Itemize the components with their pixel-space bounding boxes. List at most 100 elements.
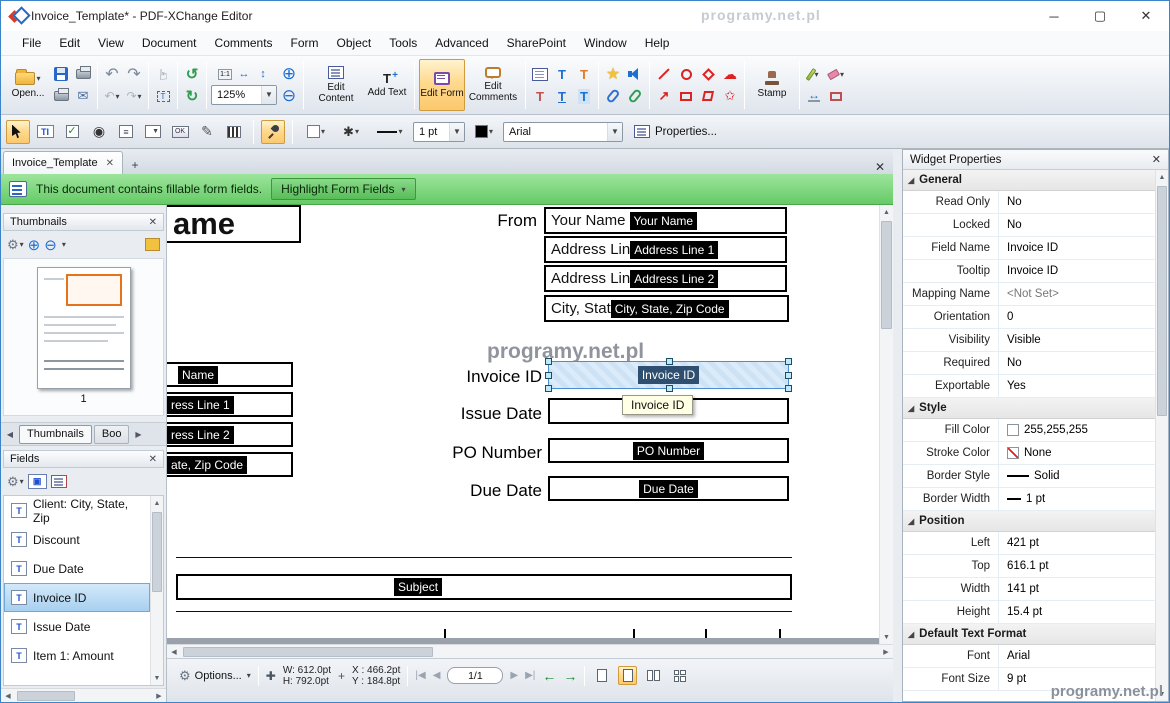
- fields-validate-button[interactable]: [51, 475, 67, 488]
- rectangle-tool-button[interactable]: [676, 86, 696, 106]
- thumbnail-view-rect[interactable]: [66, 274, 122, 306]
- page-thumbnail[interactable]: [37, 267, 131, 389]
- snapshot-button[interactable]: T: [153, 86, 173, 106]
- menu-tools[interactable]: Tools: [380, 33, 426, 53]
- section-position[interactable]: ◢ Position: [903, 511, 1155, 532]
- add-text-button[interactable]: T Add Text: [364, 59, 410, 111]
- typewriter-button[interactable]: T: [552, 64, 572, 84]
- rotate-ccw-button[interactable]: ↺: [182, 64, 202, 84]
- tab-close-icon[interactable]: ✕: [106, 158, 114, 169]
- document-canvas[interactable]: ame From Your Name Your Name Address Lin…: [167, 205, 893, 644]
- resize-handle[interactable]: [666, 358, 673, 365]
- redo-history-button[interactable]: ↷▾: [124, 86, 144, 106]
- highlight-text-button[interactable]: T: [574, 86, 594, 106]
- text-field-tool-button[interactable]: TI: [33, 120, 57, 144]
- thumbnails-options-button[interactable]: ⚙▾: [7, 237, 24, 253]
- invoice-id-chip[interactable]: Invoice ID: [638, 366, 699, 384]
- field-item-due-date[interactable]: T Due Date: [4, 554, 150, 583]
- sidebar-tab-bookmarks[interactable]: Boo: [94, 425, 130, 444]
- po-number-field[interactable]: PO Number: [548, 438, 789, 463]
- sidebar-tab-thumbnails[interactable]: Thumbnails: [19, 425, 92, 444]
- field-item-item1-amount[interactable]: T Item 1: Amount: [4, 641, 150, 670]
- vertical-scrollbar[interactable]: ▲ ▼: [879, 205, 893, 644]
- po-number-chip[interactable]: PO Number: [633, 442, 704, 460]
- border-width-combo[interactable]: 1 pt▼: [413, 122, 465, 142]
- polyline-tool-button[interactable]: [698, 86, 718, 106]
- ellipse-tool-button[interactable]: [676, 64, 696, 84]
- polygon-tool-button[interactable]: [698, 64, 718, 84]
- properties-close-icon[interactable]: ✕: [1152, 153, 1161, 166]
- measure-distance-button[interactable]: ↔: [804, 86, 824, 106]
- properties-button[interactable]: Properties...: [634, 125, 717, 138]
- edit-form-button[interactable]: Edit Form: [419, 59, 465, 111]
- due-date-field[interactable]: Due Date: [548, 476, 789, 501]
- menu-sharepoint[interactable]: SharePoint: [498, 33, 575, 53]
- field-item-issue-date[interactable]: T Issue Date: [4, 612, 150, 641]
- zoom-out-button[interactable]: ⊖: [279, 86, 299, 106]
- due-date-chip[interactable]: Due Date: [639, 480, 698, 498]
- section-general[interactable]: ◢ General: [903, 170, 1155, 191]
- signature-tool-button[interactable]: ✎: [195, 120, 219, 144]
- menu-object[interactable]: Object: [328, 33, 381, 53]
- previous-view-button[interactable]: ←: [542, 668, 556, 684]
- sidebar-horizontal-scrollbar[interactable]: ◀ ▶: [1, 688, 166, 702]
- panel-splitter[interactable]: [893, 149, 902, 702]
- address-line-1-field[interactable]: Address Lin Address Line 1: [544, 236, 787, 263]
- continuous-view-button[interactable]: [618, 666, 637, 685]
- line-tool-button[interactable]: [654, 64, 674, 84]
- resize-handle[interactable]: [785, 385, 792, 392]
- stroke-color-button[interactable]: ▾: [468, 120, 500, 144]
- radio-tool-button[interactable]: ◉: [87, 120, 111, 144]
- arrow-tool-button[interactable]: ↗: [654, 86, 674, 106]
- properties-scrollbar[interactable]: ▲ ▼: [1155, 170, 1168, 701]
- eraser-button[interactable]: ▾: [826, 64, 846, 84]
- field-item-invoice-id[interactable]: T Invoice ID: [4, 583, 150, 612]
- minimize-button[interactable]: ─: [1031, 1, 1077, 31]
- fields-options-button[interactable]: ⚙▾: [7, 474, 24, 490]
- text-box-button[interactable]: T: [552, 86, 572, 106]
- city-state-zip-field[interactable]: City, Stat City, State, Zip Code: [544, 295, 789, 322]
- horizontal-scrollbar[interactable]: ◀ ▶: [167, 644, 893, 658]
- star-tool-button[interactable]: ✩: [720, 86, 740, 106]
- callout-button[interactable]: T: [574, 64, 594, 84]
- menu-comments[interactable]: Comments: [206, 33, 282, 53]
- link-button[interactable]: [625, 86, 645, 106]
- select-text-button[interactable]: T: [530, 86, 550, 106]
- fit-actual-button[interactable]: 1:1: [217, 66, 234, 83]
- hand-tool-button[interactable]: ☞: [153, 64, 173, 84]
- resize-handle[interactable]: [785, 372, 792, 379]
- field-item-client-city[interactable]: T Client: City, State, Zip: [4, 496, 150, 525]
- tab-invoice-template[interactable]: Invoice_Template ✕: [3, 151, 123, 174]
- undo-button[interactable]: ↶: [102, 64, 122, 84]
- fields-scrollbar[interactable]: ▲ ▼: [150, 496, 163, 685]
- subject-chip[interactable]: Subject: [394, 578, 442, 596]
- export-button[interactable]: [73, 64, 93, 84]
- maximize-button[interactable]: ▢: [1077, 1, 1123, 31]
- measure-area-button[interactable]: [826, 86, 846, 106]
- checkbox-tool-button[interactable]: ✓: [60, 120, 84, 144]
- barcode-tool-button[interactable]: [222, 120, 246, 144]
- close-button[interactable]: ✕: [1123, 1, 1169, 31]
- menu-view[interactable]: View: [89, 33, 133, 53]
- stamp-button[interactable]: Stamp: [749, 59, 795, 111]
- your-name-field[interactable]: Your Name Your Name: [544, 207, 787, 234]
- export-page-button[interactable]: [530, 64, 550, 84]
- fields-locate-button[interactable]: ▣: [28, 474, 47, 489]
- fit-width-button[interactable]: ↔: [236, 66, 253, 83]
- undo-history-button[interactable]: ↶▾: [102, 86, 122, 106]
- rotate-cw-button[interactable]: ↻: [182, 86, 202, 106]
- resize-handle[interactable]: [545, 358, 552, 365]
- save-button[interactable]: [51, 64, 71, 84]
- document-pane-close-icon[interactable]: ✕: [875, 160, 885, 174]
- client-address-1-chip[interactable]: ress Line 1: [167, 396, 234, 414]
- menu-help[interactable]: Help: [636, 33, 679, 53]
- menu-window[interactable]: Window: [575, 33, 636, 53]
- grid-view-button[interactable]: [670, 666, 689, 685]
- address-line-2-chip[interactable]: Address Line 2: [630, 270, 718, 288]
- thumbnails-more-button[interactable]: ▾: [62, 240, 66, 249]
- new-tab-button[interactable]: +: [126, 156, 144, 174]
- subject-field[interactable]: Subject: [176, 574, 792, 600]
- city-state-zip-chip[interactable]: City, State, Zip Code: [611, 300, 729, 318]
- zoom-in-button[interactable]: ⊕: [279, 64, 299, 84]
- resize-handle[interactable]: [545, 385, 552, 392]
